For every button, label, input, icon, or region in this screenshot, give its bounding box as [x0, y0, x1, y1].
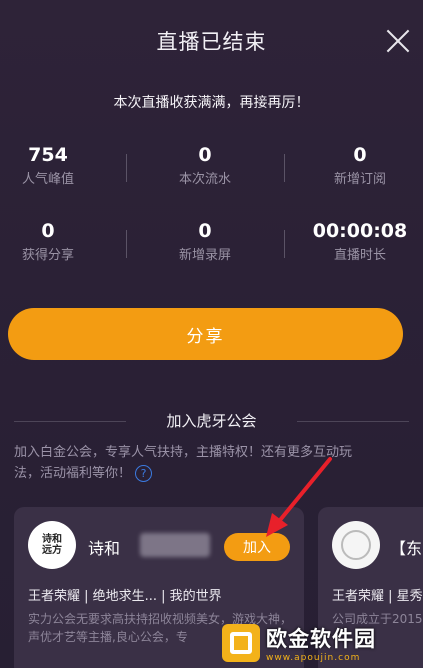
stat-label: 人气峰值: [21, 172, 74, 187]
stat-value: 0: [41, 220, 55, 242]
guild-games: 王者荣耀 | 绝地求生... | 我的世界: [28, 589, 222, 604]
page-title: 直播已结束: [156, 30, 267, 54]
stat-value: 754: [28, 144, 68, 166]
stat-label: 直播时长: [333, 248, 386, 263]
divider: [126, 230, 127, 258]
watermark-logo-icon: [222, 624, 260, 662]
guild-name: 诗和: [88, 539, 121, 558]
stat-value: 0: [198, 220, 212, 242]
guild-logo: 诗和 远方: [42, 534, 62, 556]
stat-revenue: 0 本次流水: [140, 140, 270, 190]
stat-value: 00:00:08: [312, 220, 408, 242]
stat-label: 新增订阅: [333, 172, 386, 187]
divider: [284, 230, 285, 258]
watermark-url: www.apoujin.com: [266, 653, 361, 663]
stat-label: 本次流水: [178, 172, 231, 187]
watermark-title: 欧金软件园: [266, 627, 376, 651]
divider: [297, 421, 409, 422]
divider: [284, 154, 285, 182]
stat-recordings: 0 新增录屏: [140, 216, 270, 266]
annotation-arrow-icon: [266, 457, 332, 537]
redacted-text: [140, 533, 210, 557]
stat-duration: 00:00:08 直播时长: [290, 216, 423, 266]
face-icon: [341, 530, 371, 560]
close-icon[interactable]: [385, 28, 411, 54]
watermark: 欧金软件园 www.apoujin.com: [222, 618, 423, 668]
stats-panel: 754 人气峰值 0 本次流水 0 新增订阅 0 获得分享 0 新增录屏 00:…: [0, 140, 423, 292]
help-icon[interactable]: ?: [135, 465, 153, 482]
stat-new-subscriptions: 0 新增订阅: [290, 140, 423, 190]
stats-row: 0 获得分享 0 新增录屏 00:00:08 直播时长: [0, 216, 423, 292]
watermark-text: 欧金软件园 www.apoujin.com: [266, 623, 376, 663]
stats-row: 754 人气峰值 0 本次流水 0 新增订阅: [0, 140, 423, 216]
share-button[interactable]: 分享: [8, 308, 403, 360]
stat-label: 新增录屏: [178, 248, 231, 263]
divider: [126, 154, 127, 182]
guild-games: 王者荣耀 | 星秀: [332, 589, 423, 604]
avatar: 诗和 远方: [28, 521, 76, 569]
header: 直播已结束: [0, 0, 423, 80]
stat-value: 0: [198, 144, 212, 166]
stat-shares: 0 获得分享: [0, 216, 96, 266]
subtitle: 本次直播收获满满，再接再厉！: [113, 95, 310, 111]
avatar: [332, 521, 380, 569]
stat-value: 0: [353, 144, 367, 166]
stat-peak-popularity: 754 人气峰值: [0, 140, 96, 190]
stat-label: 获得分享: [21, 248, 74, 263]
guild-name: 【东: [390, 539, 423, 558]
